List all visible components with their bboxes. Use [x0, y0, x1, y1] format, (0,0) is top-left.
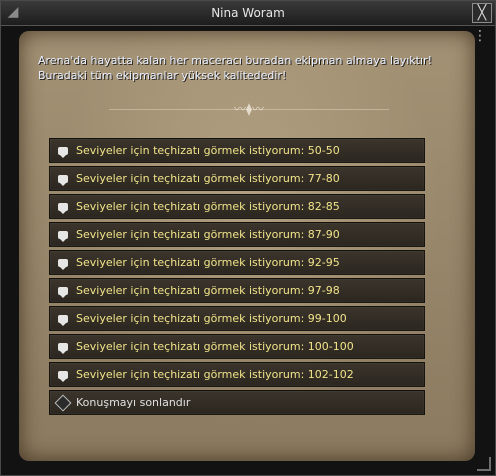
dialog-line-1: Arena'da hayatta kalan her maceracı bura…	[38, 54, 432, 67]
diamond-icon	[54, 394, 72, 411]
chat-bubble-icon	[56, 144, 70, 158]
option-item[interactable]: Seviyeler için teçhizatı görmek istiyoru…	[49, 222, 425, 247]
npc-dialog-window: ◢ Nina Woram ╳ ⋮ Arena'da hayatta kalan …	[0, 0, 496, 476]
chat-bubble-icon	[56, 228, 70, 242]
chat-bubble-icon	[56, 284, 70, 298]
window-title: Nina Woram	[211, 6, 285, 20]
dialog-line-2: Buradaki tüm ekipmanlar yüksek kaliteded…	[38, 69, 287, 82]
end-conversation-button[interactable]: Konuşmayı sonlandır	[49, 390, 425, 415]
chat-bubble-icon	[56, 172, 70, 186]
option-label: Seviyeler için teçhizatı görmek istiyoru…	[76, 200, 340, 213]
option-item[interactable]: Seviyeler için teçhizatı görmek istiyoru…	[49, 362, 425, 387]
option-label: Seviyeler için teçhizatı görmek istiyoru…	[76, 172, 340, 185]
chat-bubble-icon	[56, 340, 70, 354]
option-item[interactable]: Seviyeler için teçhizatı görmek istiyoru…	[49, 306, 425, 331]
option-item[interactable]: Seviyeler için teçhizatı görmek istiyoru…	[49, 166, 425, 191]
option-item[interactable]: Seviyeler için teçhizatı görmek istiyoru…	[49, 334, 425, 359]
option-item[interactable]: Seviyeler için teçhizatı görmek istiyoru…	[49, 250, 425, 275]
titlebar[interactable]: ◢ Nina Woram ╳	[1, 1, 495, 26]
option-item[interactable]: Seviyeler için teçhizatı görmek istiyoru…	[49, 138, 425, 163]
option-label: Seviyeler için teçhizatı görmek istiyoru…	[76, 368, 354, 381]
chat-bubble-icon	[56, 256, 70, 270]
option-label: Seviyeler için teçhizatı görmek istiyoru…	[76, 228, 340, 241]
option-item[interactable]: Seviyeler için teçhizatı görmek istiyoru…	[49, 194, 425, 219]
close-icon[interactable]: ╳	[472, 3, 492, 23]
chat-bubble-icon	[56, 368, 70, 382]
option-item[interactable]: Seviyeler için teçhizatı görmek istiyoru…	[49, 278, 425, 303]
option-label: Seviyeler için teçhizatı görmek istiyoru…	[76, 256, 340, 269]
option-label: Seviyeler için teçhizatı görmek istiyoru…	[76, 284, 340, 297]
option-label: Seviyeler için teçhizatı görmek istiyoru…	[76, 340, 354, 353]
npc-dialog-text: Arena'da hayatta kalan her maceracı bura…	[38, 53, 458, 83]
option-label: Seviyeler için teçhizatı görmek istiyoru…	[76, 144, 340, 157]
chat-bubble-icon	[56, 312, 70, 326]
end-conversation-label: Konuşmayı sonlandır	[76, 396, 191, 409]
divider-ornament-icon: 〰⧫〰	[234, 102, 264, 116]
option-label: Seviyeler için teçhizatı görmek istiyoru…	[76, 312, 347, 325]
dialog-options: Seviyeler için teçhizatı görmek istiyoru…	[49, 138, 425, 418]
chat-bubble-icon	[56, 200, 70, 214]
resize-handle-icon[interactable]	[477, 457, 491, 471]
